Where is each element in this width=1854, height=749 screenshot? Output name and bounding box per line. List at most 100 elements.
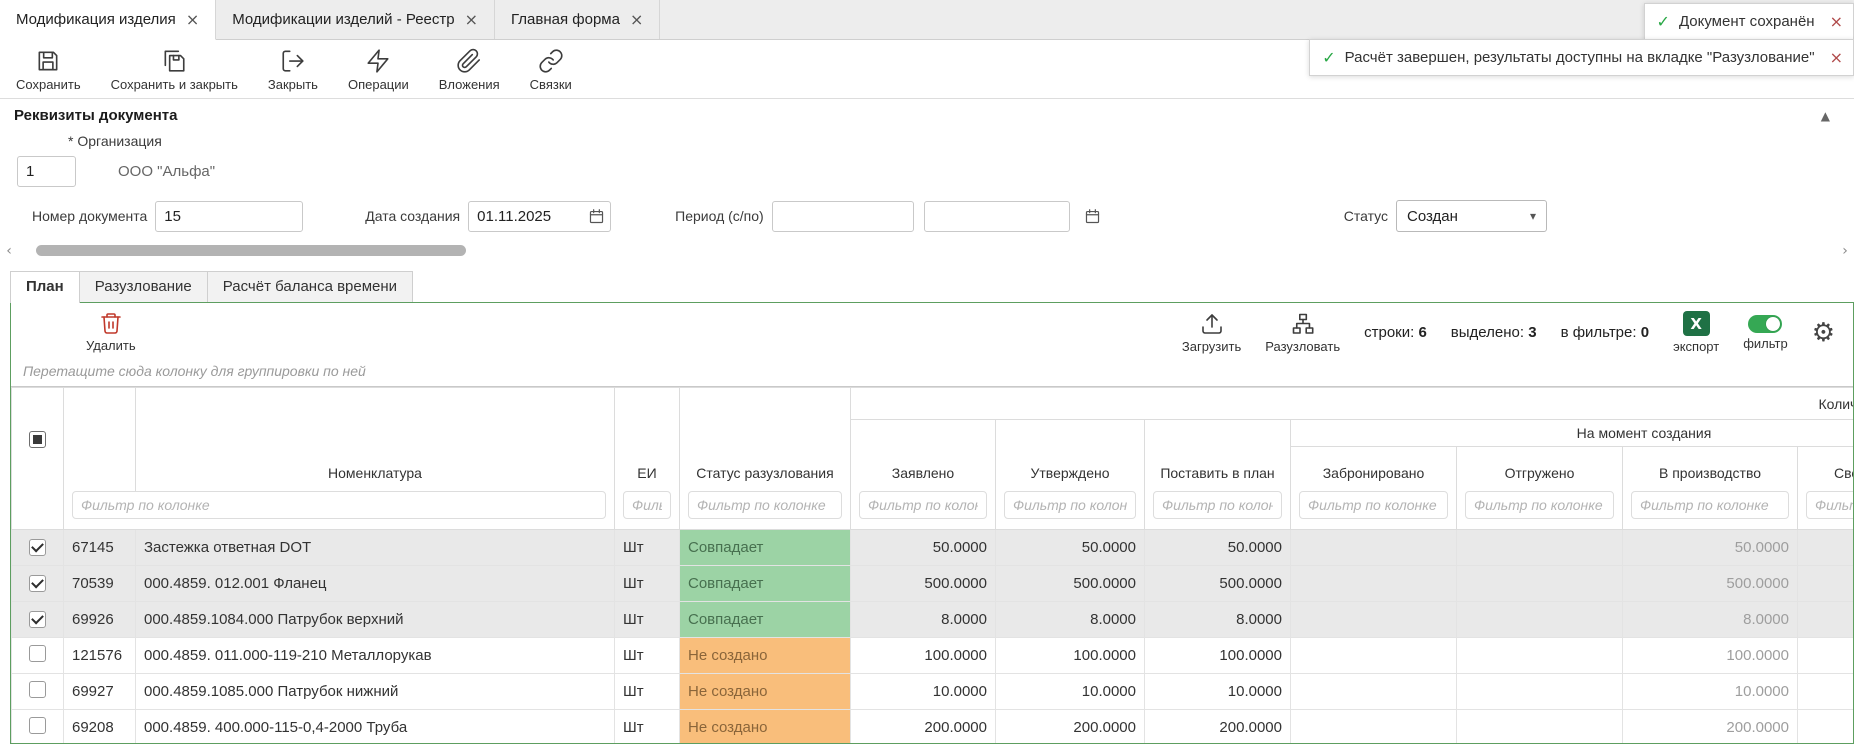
- organization-code-input[interactable]: [17, 156, 76, 187]
- cell-free: [1798, 673, 1854, 709]
- attachments-button[interactable]: Вложения: [439, 48, 500, 92]
- doc-number-input[interactable]: [155, 201, 303, 232]
- row-checkbox[interactable]: [29, 611, 46, 628]
- created-date-label: Дата создания: [365, 208, 460, 224]
- calendar-icon[interactable]: [588, 208, 605, 225]
- window-tab-product-modification[interactable]: Модификация изделия ×: [0, 0, 216, 40]
- column-header-in-production[interactable]: В производство: [1623, 447, 1798, 491]
- filter-input-unit[interactable]: [623, 491, 671, 519]
- column-header-reserved[interactable]: Забронировано: [1291, 447, 1457, 491]
- scrollbar-thumb[interactable]: [36, 245, 466, 256]
- table-row[interactable]: 121576 000.4859. 011.000-119-210 Металло…: [12, 637, 1854, 673]
- row-unit: Шт: [615, 709, 680, 743]
- filter-cell-empty: [12, 491, 64, 530]
- status-select[interactable]: Создан ▾: [1396, 200, 1547, 232]
- close-button[interactable]: Закрыть: [268, 48, 318, 92]
- row-checkbox[interactable]: [29, 645, 46, 662]
- scrollbar-track[interactable]: [18, 242, 1836, 259]
- window-tab-modifications-registry[interactable]: Модификации изделий - Реестр ×: [216, 0, 495, 39]
- status-badge: Совпадает: [680, 601, 851, 637]
- table-row[interactable]: 69926 000.4859.1084.000 Патрубок верхний…: [12, 601, 1854, 637]
- save-button[interactable]: Сохранить: [16, 48, 81, 92]
- cell-in-production: 50.0000: [1623, 529, 1798, 565]
- row-id: 121576: [64, 637, 136, 673]
- cell-reserved: [1291, 673, 1457, 709]
- column-header-to-plan[interactable]: Поставить в план: [1145, 420, 1291, 491]
- tab-close-icon[interactable]: ×: [465, 12, 478, 28]
- cell-approved: 500.0000: [996, 565, 1145, 601]
- explode-button[interactable]: Разузловать: [1265, 312, 1340, 354]
- cell-requested: 10.0000: [851, 673, 996, 709]
- tab-time-balance[interactable]: Расчёт баланса времени: [208, 271, 413, 302]
- column-header-nomenclature[interactable]: Номенклатура: [136, 388, 615, 491]
- filter-input-requested[interactable]: [859, 491, 987, 519]
- period-calendar-icon[interactable]: [1084, 208, 1101, 225]
- column-header-approved[interactable]: Утверждено: [996, 420, 1145, 491]
- scroll-left-icon[interactable]: ‹: [0, 243, 18, 259]
- row-checkbox[interactable]: [29, 575, 46, 592]
- row-checkbox[interactable]: [29, 539, 46, 556]
- export-button[interactable]: X экспорт: [1673, 311, 1719, 354]
- operations-button[interactable]: Операции: [348, 48, 409, 92]
- tab-plan[interactable]: План: [10, 271, 80, 303]
- cell-free: [1798, 637, 1854, 673]
- column-header-free[interactable]: Свободный остаток: [1798, 447, 1854, 491]
- toast-document-saved: ✓ Документ сохранён ×: [1644, 3, 1854, 40]
- settings-gear-icon[interactable]: ⚙: [1812, 320, 1835, 346]
- cell-shipped: [1457, 673, 1623, 709]
- period-to-input[interactable]: [924, 201, 1070, 232]
- row-unit: Шт: [615, 565, 680, 601]
- tab-close-icon[interactable]: ×: [630, 12, 643, 28]
- save-and-close-button[interactable]: Сохранить и закрыть: [111, 48, 238, 92]
- filter-input-to-plan[interactable]: [1153, 491, 1282, 519]
- tab-close-icon[interactable]: ×: [186, 12, 199, 28]
- filter-input-free[interactable]: [1806, 491, 1853, 519]
- cell-to-plan: 50.0000: [1145, 529, 1291, 565]
- cell-shipped: [1457, 601, 1623, 637]
- window-tab-main-form[interactable]: Главная форма ×: [495, 0, 660, 39]
- cell-to-plan: 8.0000: [1145, 601, 1291, 637]
- table-row[interactable]: 69208 000.4859. 400.000-115-0,4-2000 Тру…: [12, 709, 1854, 743]
- table-row[interactable]: 69927 000.4859.1085.000 Патрубок нижний …: [12, 673, 1854, 709]
- status-select-value: Создан: [1407, 208, 1458, 225]
- period-from-input[interactable]: [772, 201, 914, 232]
- row-checkbox[interactable]: [29, 717, 46, 734]
- column-header-requested[interactable]: Заявлено: [851, 420, 996, 491]
- row-nomenclature: Застежка ответная DOT: [136, 529, 615, 565]
- group-by-dropzone[interactable]: Перетащите сюда колонку для группировки …: [11, 359, 1853, 386]
- plan-panel: Удалить Загрузить Разузловать: [10, 302, 1854, 744]
- cell-to-plan: 200.0000: [1145, 709, 1291, 743]
- excel-icon: X: [1683, 311, 1710, 336]
- filter-input-nomenclature[interactable]: [72, 491, 606, 519]
- links-button[interactable]: Связки: [530, 48, 572, 92]
- filter-input-in-production[interactable]: [1631, 491, 1789, 519]
- paperclip-icon: [456, 48, 482, 74]
- status-badge: Совпадает: [680, 565, 851, 601]
- select-all-checkbox[interactable]: [29, 431, 46, 448]
- cell-free: [1798, 601, 1854, 637]
- horizontal-scrollbar: ‹ ›: [0, 242, 1854, 259]
- column-header-unit[interactable]: ЕИ: [615, 388, 680, 491]
- toast-close-icon[interactable]: ×: [1830, 12, 1843, 31]
- row-checkbox[interactable]: [29, 681, 46, 698]
- column-header-shipped[interactable]: Отгружено: [1457, 447, 1623, 491]
- column-header-id[interactable]: [64, 388, 136, 491]
- tab-explosion[interactable]: Разузлование: [80, 271, 208, 302]
- filter-input-reserved[interactable]: [1299, 491, 1448, 519]
- table-row[interactable]: 67145 Застежка ответная DOT Шт Совпадает…: [12, 529, 1854, 565]
- scroll-right-icon[interactable]: ›: [1836, 243, 1854, 259]
- filter-input-approved[interactable]: [1004, 491, 1136, 519]
- status-badge: Не создано: [680, 673, 851, 709]
- filter-input-shipped[interactable]: [1465, 491, 1614, 519]
- column-header-status[interactable]: Статус разузлования: [680, 388, 851, 491]
- toast-close-icon[interactable]: ×: [1830, 48, 1843, 67]
- row-nomenclature: 000.4859.1084.000 Патрубок верхний: [136, 601, 615, 637]
- status-label: Статус: [1344, 208, 1388, 224]
- filter-toggle[interactable]: фильтр: [1743, 315, 1787, 351]
- load-button[interactable]: Загрузить: [1182, 312, 1241, 354]
- delete-button[interactable]: Удалить: [86, 311, 136, 353]
- table-row[interactable]: 70539 000.4859. 012.001 Фланец Шт Совпад…: [12, 565, 1854, 601]
- upload-icon: [1200, 312, 1224, 336]
- filter-input-status[interactable]: [688, 491, 842, 519]
- collapse-section-icon[interactable]: ▲: [1821, 109, 1830, 123]
